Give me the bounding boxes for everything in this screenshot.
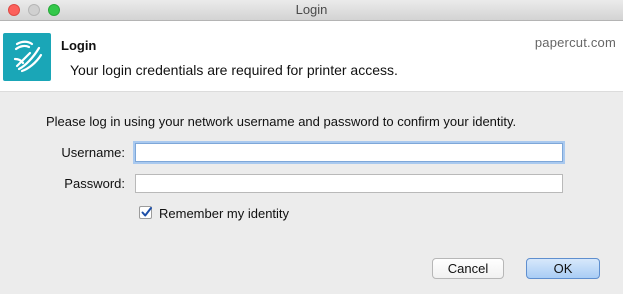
login-instructions: Please log in using your network usernam… xyxy=(46,114,517,129)
ok-button[interactable]: OK xyxy=(526,258,600,279)
checkmark-icon xyxy=(141,207,152,217)
remember-identity-label: Remember my identity xyxy=(159,206,290,221)
login-window: Login Login Your login credentials are r… xyxy=(0,0,623,294)
close-window-button[interactable] xyxy=(8,4,20,16)
password-label: Password: xyxy=(64,176,125,191)
title-bar[interactable]: Login xyxy=(0,0,623,21)
remember-identity-checkbox[interactable] xyxy=(139,206,152,219)
password-field[interactable] xyxy=(135,174,563,193)
username-label: Username: xyxy=(61,145,125,160)
header-banner: Login Your login credentials are require… xyxy=(0,21,623,92)
minimize-window-button[interactable] xyxy=(28,4,40,16)
window-title: Login xyxy=(295,2,328,17)
brand-label: papercut.com xyxy=(534,35,616,50)
papercut-logo-icon xyxy=(3,33,51,81)
banner-subtitle: Your login credentials are required for … xyxy=(70,62,398,78)
maximize-window-button[interactable] xyxy=(48,4,60,16)
banner-title: Login xyxy=(61,38,97,53)
username-field[interactable] xyxy=(135,143,563,162)
cancel-button[interactable]: Cancel xyxy=(432,258,504,279)
